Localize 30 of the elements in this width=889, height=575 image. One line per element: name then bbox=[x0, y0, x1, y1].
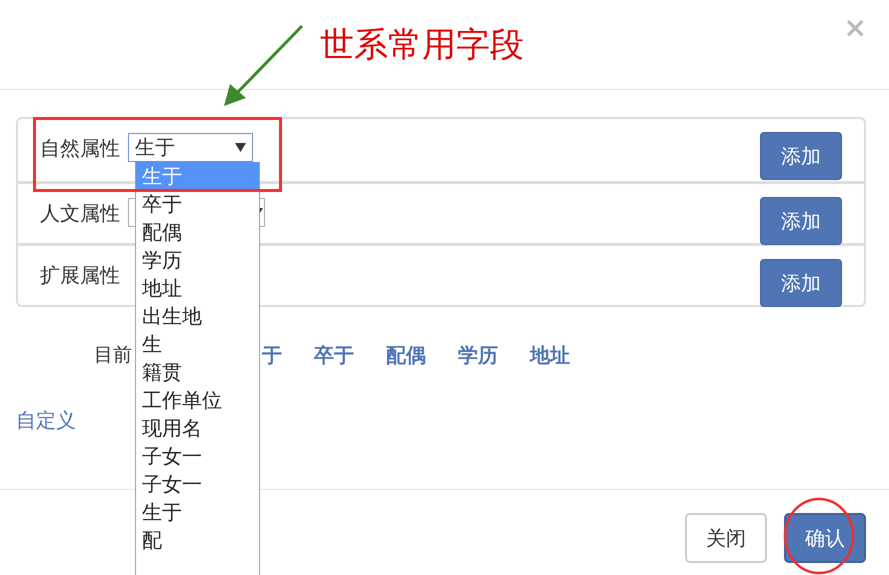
attribute-label: 扩展属性 bbox=[40, 262, 120, 289]
dropdown-option[interactable]: 出生地 bbox=[136, 302, 259, 330]
confirm-button[interactable]: 确认 bbox=[784, 513, 866, 563]
dropdown-option[interactable]: 地址 bbox=[136, 274, 259, 302]
add-button[interactable]: 添加 bbox=[760, 132, 842, 180]
dropdown-option[interactable]: 现用名 bbox=[136, 414, 259, 442]
dropdown-option[interactable]: 配偶 bbox=[136, 218, 259, 246]
add-button[interactable]: 添加 bbox=[760, 197, 842, 245]
dropdown-option[interactable]: 生于 bbox=[136, 498, 259, 526]
custom-link[interactable]: 自定义 bbox=[16, 407, 76, 434]
current-label: 目前 bbox=[94, 343, 132, 368]
dropdown-option[interactable]: 子女一 bbox=[136, 470, 259, 498]
close-dialog-button[interactable]: 关闭 bbox=[685, 513, 767, 563]
field-tag: 卒于 bbox=[314, 342, 354, 368]
field-tag: 配偶 bbox=[386, 342, 426, 368]
dropdown-option[interactable]: 学历 bbox=[136, 246, 259, 274]
dropdown-option[interactable]: 子女一 bbox=[136, 442, 259, 470]
dropdown-option[interactable]: 生 bbox=[136, 330, 259, 358]
add-button[interactable]: 添加 bbox=[760, 259, 842, 307]
attribute-label: 自然属性 bbox=[40, 135, 120, 162]
field-tag: 地址 bbox=[530, 342, 570, 368]
field-tag: 学历 bbox=[458, 342, 498, 368]
dropdown-option[interactable]: 配 bbox=[136, 526, 259, 554]
dropdown-option[interactable]: 工作单位 bbox=[136, 386, 259, 414]
field-tag: 于 bbox=[262, 342, 282, 368]
attribute-label: 人文属性 bbox=[40, 200, 120, 227]
dropdown-option[interactable]: 籍贯 bbox=[136, 358, 259, 386]
annotation-title: 世系常用字段 bbox=[320, 24, 524, 67]
dropdown-option[interactable]: 卒于 bbox=[136, 190, 259, 218]
attribute-select[interactable]: 生于 bbox=[128, 133, 253, 162]
